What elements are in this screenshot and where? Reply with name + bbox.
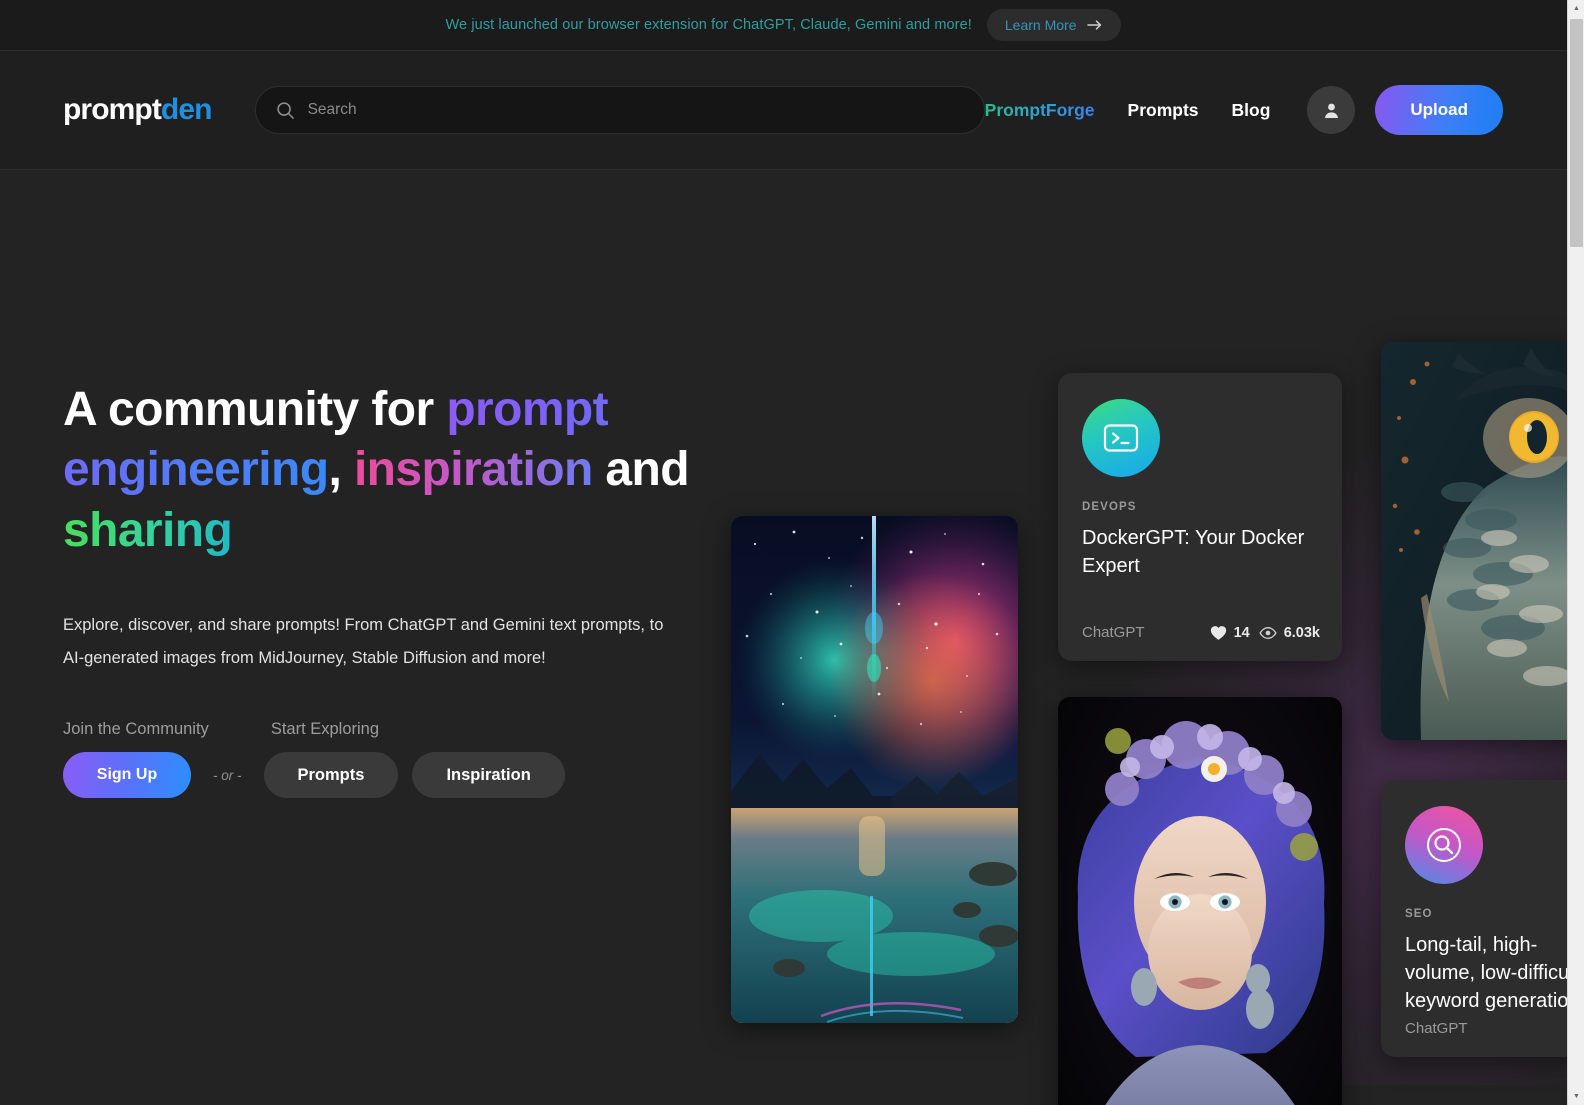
owl-artwork — [1381, 342, 1567, 740]
announcement-text: We just launched our browser extension f… — [445, 17, 972, 33]
cosmic-landscape-artwork — [731, 516, 1018, 1023]
page-title: A community for prompt engineering, insp… — [63, 380, 703, 561]
headline-inspiration: inspiration — [353, 443, 593, 497]
main-navigation: promptden PromptForge Prompts Blog — [0, 51, 1567, 170]
cta-labels-row: Join the Community Start Exploring — [63, 720, 703, 739]
card-icon-wrapper — [1405, 806, 1483, 884]
hero-subtitle: Explore, discover, and share prompts! Fr… — [63, 616, 664, 668]
card-category: SEO — [1405, 908, 1433, 920]
sign-up-button[interactable]: Sign Up — [63, 752, 191, 799]
logo-primary-text: prompt — [63, 93, 162, 126]
search-icon — [276, 101, 294, 119]
heart-icon — [1210, 625, 1226, 640]
announcement-banner: We just launched our browser extension f… — [0, 0, 1567, 51]
prompt-card-seo[interactable]: SEO Long-tail, high-volume, low-difficul… — [1381, 780, 1567, 1057]
scrollbar-up-arrow[interactable]: ▲ — [1568, 0, 1584, 17]
prompt-image-cosmic-landscape[interactable] — [731, 516, 1018, 1023]
learn-more-button[interactable]: Learn More — [986, 9, 1122, 41]
cta-buttons-row: Sign Up - or - Prompts Inspiration — [63, 752, 703, 799]
or-separator: - or - — [213, 767, 242, 783]
prompt-image-portrait-flowers[interactable] — [1058, 697, 1342, 1105]
nav-link-promptforge[interactable]: PromptForge — [985, 100, 1095, 121]
eye-icon — [1259, 626, 1277, 639]
headline-sharing: sharing — [63, 503, 233, 557]
nav-right-group: PromptForge Prompts Blog Upload — [985, 85, 1503, 135]
logo-accent-text: den — [160, 93, 213, 126]
explore-inspiration-button[interactable]: Inspiration — [412, 752, 565, 799]
card-category: DEVOPS — [1082, 501, 1137, 513]
explore-prompts-button[interactable]: Prompts — [263, 752, 399, 799]
account-button[interactable] — [1307, 86, 1356, 134]
headline-comma: , — [328, 443, 354, 497]
card-footer: ChatGPT 14 6.03k — [1082, 624, 1320, 641]
prompt-card-dockergpt[interactable]: DEVOPS DockerGPT: Your Docker Expert Cha… — [1058, 373, 1342, 661]
scrollbar-thumb[interactable] — [1570, 19, 1583, 247]
card-like-stat[interactable]: 14 — [1210, 625, 1250, 641]
learn-more-label: Learn More — [1004, 17, 1077, 33]
portrait-artwork — [1058, 697, 1342, 1105]
nav-link-blog[interactable]: Blog — [1232, 100, 1271, 121]
card-icon-wrapper — [1082, 399, 1160, 477]
card-model-label: ChatGPT — [1082, 624, 1145, 641]
prompt-image-owl[interactable] — [1381, 342, 1567, 740]
card-view-stat: 6.03k — [1259, 625, 1320, 641]
card-title: DockerGPT: Your Docker Expert — [1082, 527, 1305, 577]
start-exploring-label: Start Exploring — [270, 720, 380, 739]
card-model-label: ChatGPT — [1405, 1020, 1468, 1037]
magnifier-icon — [1427, 828, 1461, 862]
card-title: Long-tail, high-volume, low-difficulty k… — [1405, 934, 1567, 1012]
user-icon — [1324, 103, 1338, 118]
headline-part-1: A community for — [63, 383, 447, 436]
nav-link-prompts[interactable]: Prompts — [1128, 100, 1199, 121]
site-logo[interactable]: promptden — [63, 93, 212, 127]
hero-section: A community for prompt engineering, insp… — [0, 170, 1567, 1105]
card-like-count: 14 — [1233, 624, 1250, 641]
search-bar[interactable] — [254, 86, 985, 134]
terminal-icon — [1103, 424, 1139, 452]
card-stats: 14 6.03k — [1210, 625, 1320, 641]
arrow-right-icon — [1087, 20, 1102, 30]
hero-copy: A community for prompt engineering, insp… — [63, 380, 703, 799]
card-view-count: 6.03k — [1283, 624, 1320, 641]
search-input[interactable] — [307, 101, 964, 119]
browser-scrollbar[interactable]: ▲ ▼ — [1567, 0, 1584, 1105]
upload-button[interactable]: Upload — [1375, 85, 1503, 135]
browser-viewport: We just launched our browser extension f… — [0, 0, 1584, 1105]
join-community-label: Join the Community — [63, 720, 209, 739]
page-content: We just launched our browser extension f… — [0, 0, 1567, 1105]
headline-and: and — [592, 443, 689, 497]
card-footer: ChatGPT — [1405, 1020, 1567, 1037]
scrollbar-down-arrow[interactable]: ▼ — [1568, 1088, 1584, 1105]
